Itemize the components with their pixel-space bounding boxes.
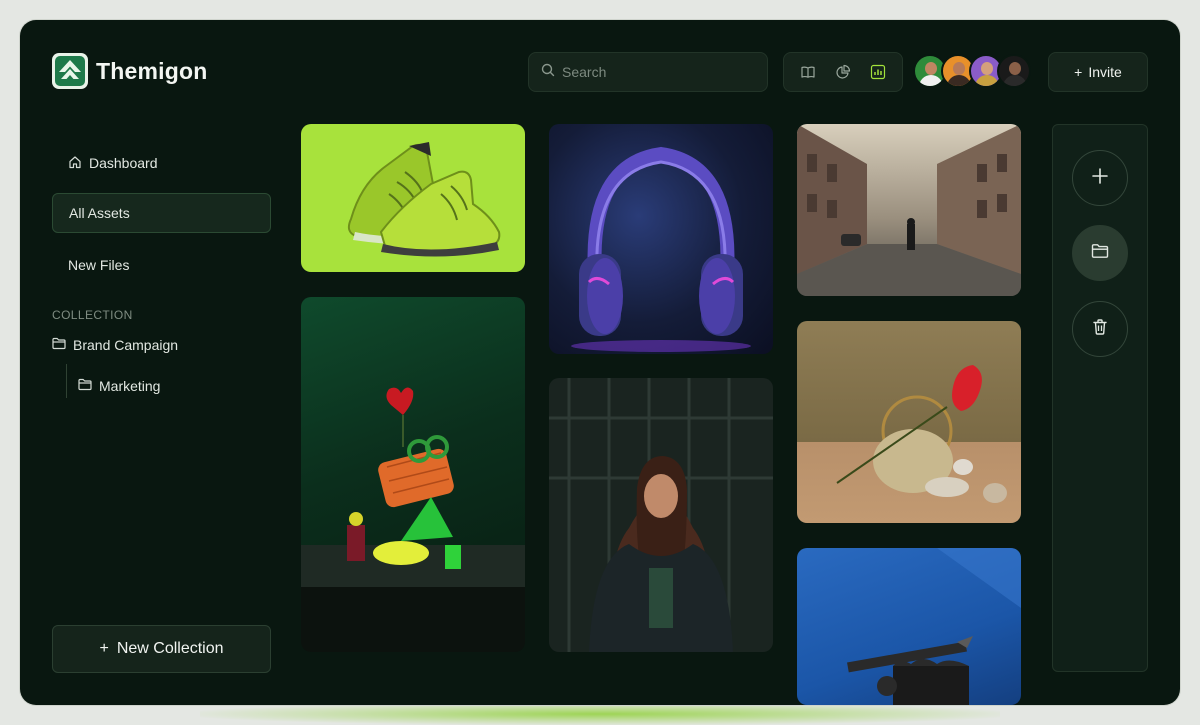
collection-label: Brand Campaign <box>73 337 179 353</box>
app-name: Themigon <box>96 57 208 84</box>
sidebar-item-label: All Assets <box>69 205 130 221</box>
add-icon <box>1091 167 1109 190</box>
app-window: Themigon + <box>20 20 1180 705</box>
street-image[interactable] <box>797 124 1021 296</box>
collection-section-label: COLLECTION <box>52 308 133 322</box>
delete-button[interactable] <box>1072 301 1128 357</box>
trash-icon <box>1091 318 1109 341</box>
search-box[interactable] <box>528 52 768 92</box>
collection-label: Marketing <box>99 378 161 394</box>
portrait-image[interactable] <box>549 378 773 652</box>
folder-icon <box>78 378 92 394</box>
plus-icon: + <box>1074 64 1083 80</box>
collection-item-marketing[interactable]: Marketing <box>78 378 160 394</box>
avatar[interactable] <box>997 54 1031 88</box>
blue-pedestal-image[interactable] <box>797 548 1021 705</box>
pie-chart-icon[interactable] <box>830 59 856 85</box>
sidebar-item-label: New Files <box>68 257 130 273</box>
new-collection-button[interactable]: + New Collection <box>52 625 271 673</box>
view-switcher <box>783 52 903 92</box>
stone-flower-image[interactable] <box>797 321 1021 523</box>
still-life-green-image[interactable] <box>301 297 525 652</box>
sneakers-image[interactable] <box>301 124 525 272</box>
book-icon[interactable] <box>795 59 821 85</box>
collection-item-brand-campaign[interactable]: Brand Campaign <box>52 337 178 353</box>
add-button[interactable] <box>1072 150 1128 206</box>
invite-button[interactable]: + Invite <box>1048 52 1148 92</box>
sidebar-item-label: Dashboard <box>89 155 158 171</box>
folder-icon <box>52 337 66 353</box>
move-to-folder-button[interactable] <box>1072 225 1128 281</box>
sidebar-item-new-files[interactable]: New Files <box>52 245 271 285</box>
sidebar-item-dashboard[interactable]: Dashboard <box>52 143 271 183</box>
search-icon <box>541 63 555 82</box>
bottom-glow <box>200 703 1000 725</box>
app-logo[interactable]: Themigon <box>52 53 207 89</box>
search-input[interactable] <box>562 64 752 80</box>
plus-icon: + <box>99 640 109 657</box>
mountain-logo-icon <box>52 53 88 89</box>
folder-icon <box>1091 243 1109 264</box>
home-icon <box>68 155 82 172</box>
action-rail <box>1052 124 1148 672</box>
invite-label: Invite <box>1088 64 1122 80</box>
new-collection-label: New Collection <box>116 640 224 657</box>
sidebar-item-all-assets[interactable]: All Assets <box>52 193 271 233</box>
tree-connector <box>66 364 67 398</box>
headphones-image[interactable] <box>549 124 773 354</box>
collaborator-avatars <box>913 54 1031 88</box>
bar-chart-icon[interactable] <box>865 59 891 85</box>
